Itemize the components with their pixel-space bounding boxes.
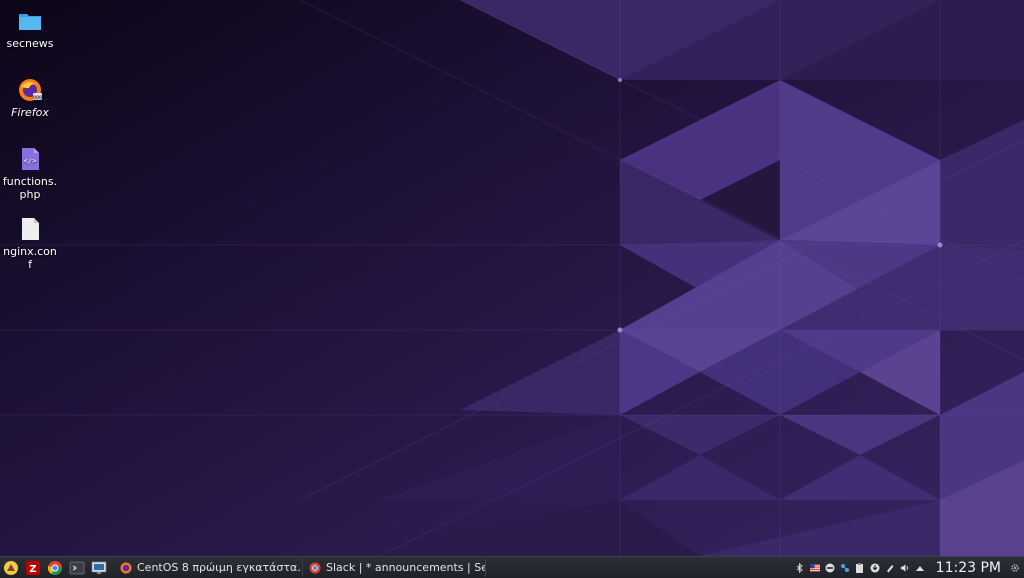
desktop-wallpaper	[0, 0, 1024, 577]
folder-icon	[19, 14, 41, 30]
desktop-icon-label: secnews	[6, 37, 54, 50]
notes-icon[interactable]	[885, 563, 895, 573]
svg-text:ooo: ooo	[33, 95, 42, 101]
download-icon[interactable]	[870, 563, 880, 573]
task-slack-chrome[interactable]: Slack | * announcements | Se…	[303, 558, 486, 577]
terminal-icon	[69, 561, 85, 574]
task-label: CentOS 8 πρώιμη εγκατάστα…	[137, 561, 303, 574]
text-file-icon	[22, 218, 39, 240]
system-monitor-launcher[interactable]	[89, 558, 109, 578]
bluetooth-icon[interactable]	[795, 562, 805, 573]
desktop-icon-label: functions. php	[2, 175, 58, 201]
taskbar: Z CentOS 8 πρώιμη εγκατάστα… Slack | * a…	[0, 556, 1024, 578]
panel-settings-icon[interactable]	[1010, 563, 1020, 573]
network-icon[interactable]	[840, 563, 850, 573]
task-centos-firefox[interactable]: CentOS 8 πρώιμη εγκατάστα…	[114, 558, 303, 577]
desktop-icon-label: Firefox	[11, 106, 49, 119]
desktop-icon-firefox[interactable]: ooo Firefox	[0, 77, 60, 119]
kde-menu-icon	[4, 560, 18, 575]
chrome-launcher[interactable]	[45, 558, 65, 578]
php-file-icon: </>	[22, 148, 39, 170]
desktop-icon-label: nginx.con f	[3, 245, 57, 271]
minus-circle-icon[interactable]	[825, 563, 835, 573]
firefox-icon: ooo	[19, 79, 42, 101]
clock[interactable]: 11:23 PM	[936, 560, 1001, 576]
chrome-icon	[309, 562, 321, 573]
svg-text:Z: Z	[29, 564, 36, 575]
expand-arrow-icon[interactable]	[915, 563, 925, 573]
desktop-icon-secnews[interactable]: secnews	[0, 8, 60, 50]
us-flag-icon[interactable]	[809, 563, 820, 573]
system-monitor-icon	[91, 561, 107, 574]
chrome-icon	[47, 560, 62, 575]
volume-icon[interactable]	[900, 563, 910, 573]
clipboard-icon[interactable]	[855, 562, 865, 573]
filezilla-launcher[interactable]: Z	[23, 558, 43, 578]
filezilla-icon: Z	[26, 560, 40, 575]
desktop-icon-functions-php[interactable]: </> functions. php	[0, 146, 60, 201]
terminal-launcher[interactable]	[67, 558, 87, 578]
desktop-icon-nginx-conf[interactable]: nginx.con f	[0, 216, 60, 271]
firefox-icon	[120, 562, 132, 573]
system-tray: 11:23 PM	[795, 560, 1024, 576]
application-menu-button[interactable]	[1, 558, 21, 578]
task-label: Slack | * announcements | Se…	[326, 561, 486, 574]
svg-text:</>: </>	[24, 157, 37, 165]
